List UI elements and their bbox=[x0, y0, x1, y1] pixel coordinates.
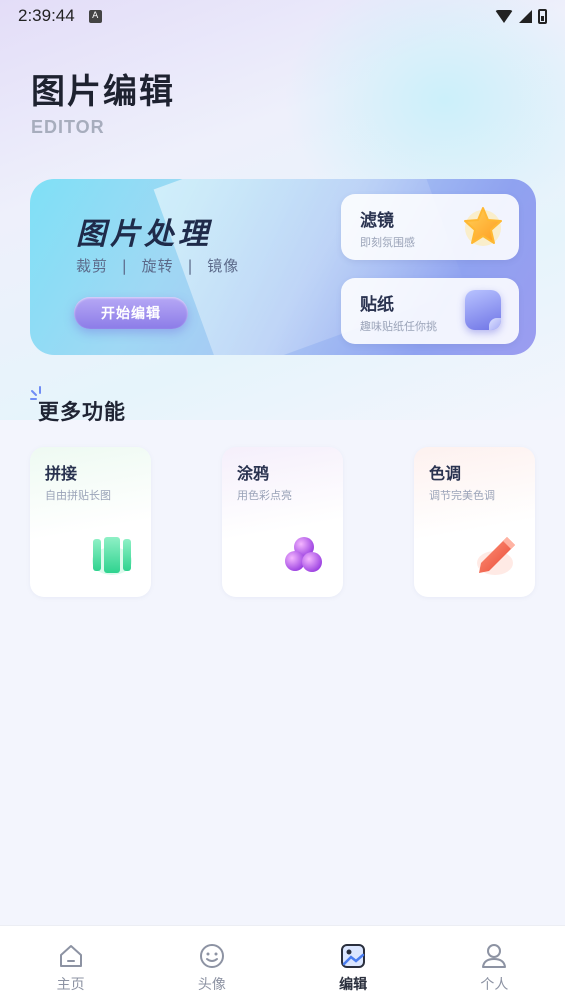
image-processing-banner[interactable]: 图片处理 裁剪 | 旋转 | 镜像 开始编辑 滤镜 即刻氛围感 贴纸 趣味贴纸任… bbox=[30, 179, 536, 355]
filter-card[interactable]: 滤镜 即刻氛围感 bbox=[341, 194, 519, 260]
image-edit-icon bbox=[341, 944, 366, 968]
sticker-card-subtitle: 趣味贴纸任你挑 bbox=[360, 320, 437, 333]
tag-crop: 裁剪 bbox=[76, 257, 109, 275]
tag-mirror: 镜像 bbox=[207, 257, 240, 275]
tag-rotate: 旋转 bbox=[141, 257, 174, 275]
sticker-icon bbox=[465, 290, 501, 330]
feature-title: 拼接 bbox=[45, 464, 78, 483]
feature-doodle-card[interactable]: 涂鸦 用色彩点亮 bbox=[222, 447, 343, 597]
feature-title: 涂鸦 bbox=[237, 464, 270, 483]
feature-title: 色调 bbox=[429, 464, 462, 483]
status-bar: 2:39:44 A bbox=[0, 0, 565, 32]
feature-subtitle: 自由拼贴长图 bbox=[45, 489, 111, 502]
smile-face-icon bbox=[199, 944, 224, 968]
status-time: 2:39:44 bbox=[18, 6, 75, 25]
battery-icon bbox=[538, 8, 547, 24]
start-edit-button[interactable]: 开始编辑 bbox=[74, 297, 188, 329]
feature-tone-card[interactable]: 色调 调节完美色调 bbox=[414, 447, 535, 597]
wifi-icon bbox=[495, 9, 513, 23]
tab-edit[interactable]: 编辑 bbox=[283, 926, 424, 1004]
tab-avatar[interactable]: 头像 bbox=[141, 926, 282, 1004]
bottom-tab-bar: 主页 头像 编辑 个人 bbox=[0, 925, 565, 1004]
paint-balls-icon bbox=[285, 537, 322, 572]
banner-title: 图片处理 bbox=[76, 217, 212, 252]
banner-tags: 裁剪 | 旋转 | 镜像 bbox=[76, 255, 247, 276]
tab-label: 编辑 bbox=[339, 977, 368, 993]
sticker-card-title: 贴纸 bbox=[360, 295, 394, 315]
feature-collage-card[interactable]: 拼接 自由拼贴长图 bbox=[30, 447, 151, 597]
section-title: 更多功能 bbox=[38, 400, 126, 424]
tab-profile[interactable]: 个人 bbox=[424, 926, 565, 1004]
collage-icon bbox=[92, 537, 132, 575]
tab-label: 个人 bbox=[480, 977, 509, 993]
feature-subtitle: 用色彩点亮 bbox=[237, 489, 292, 502]
star-icon bbox=[464, 207, 502, 246]
page-title: 图片编辑 bbox=[31, 72, 175, 112]
tab-label: 主页 bbox=[56, 977, 85, 993]
person-icon bbox=[482, 944, 507, 968]
pencil-icon bbox=[477, 537, 515, 575]
notification-icon: A bbox=[88, 9, 102, 23]
tag-separator: | bbox=[121, 257, 128, 275]
tag-separator: | bbox=[187, 257, 194, 275]
filter-card-subtitle: 即刻氛围感 bbox=[360, 236, 415, 249]
tab-home[interactable]: 主页 bbox=[0, 926, 141, 1004]
page-subtitle: EDITOR bbox=[31, 117, 105, 137]
feature-subtitle: 调节完美色调 bbox=[429, 489, 495, 502]
filter-card-title: 滤镜 bbox=[360, 211, 394, 231]
tab-label: 头像 bbox=[197, 977, 226, 993]
home-icon bbox=[59, 945, 82, 967]
sticker-card[interactable]: 贴纸 趣味贴纸任你挑 bbox=[341, 278, 519, 344]
signal-icon bbox=[519, 9, 532, 23]
